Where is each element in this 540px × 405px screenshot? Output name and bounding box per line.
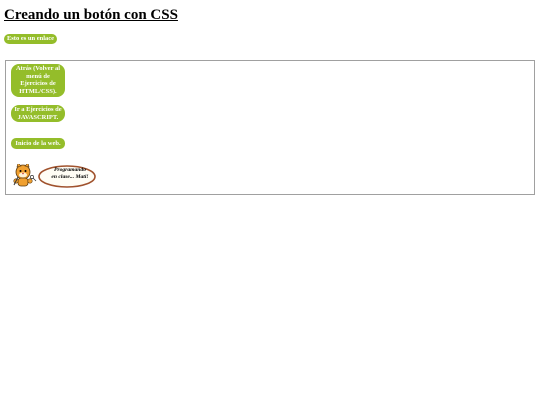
back-to-html-css-menu-button[interactable]: Atrás (Volver al menú de Ejercicios de H… bbox=[11, 64, 65, 97]
logo-text-line1: Programando bbox=[53, 167, 86, 173]
site-logo[interactable]: Programando en clase... Mati! bbox=[10, 162, 96, 189]
page-title: Creando un botón con CSS bbox=[4, 7, 178, 23]
logo-text-line2: en clase... Mati! bbox=[51, 174, 89, 180]
logo-text: Programando en clase... Mati! bbox=[46, 167, 94, 181]
go-to-javascript-button[interactable]: Ir a Ejercicios de JAVASCRIPT. bbox=[11, 105, 65, 122]
mascot-icon bbox=[13, 162, 37, 187]
navigation-panel: Atrás (Volver al menú de Ejercicios de H… bbox=[5, 60, 535, 195]
home-button[interactable]: Inicio de la web. bbox=[11, 138, 65, 149]
sample-link-button[interactable]: Esto es un enlace bbox=[4, 34, 57, 44]
